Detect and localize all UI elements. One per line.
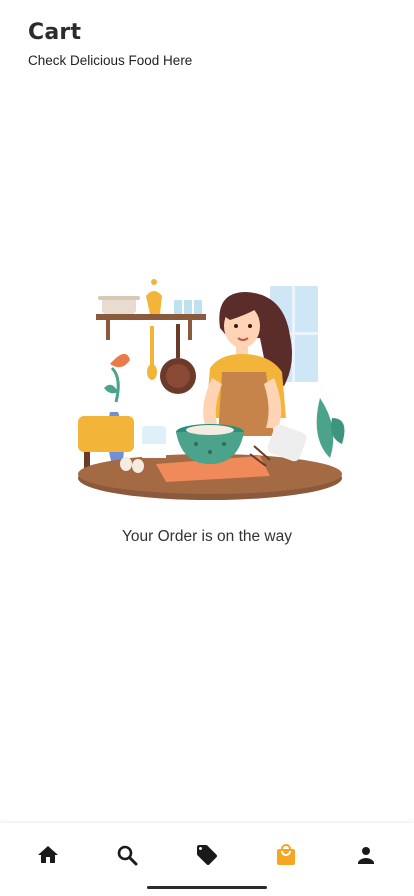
nav-home[interactable]: [28, 841, 68, 869]
nav-cart[interactable]: [266, 841, 306, 869]
home-indicator: [147, 886, 267, 889]
home-icon: [38, 846, 58, 863]
order-status-message: Your Order is on the way: [121, 528, 292, 545]
nav-offers[interactable]: [187, 841, 227, 869]
search-icon: [117, 845, 138, 866]
person-icon: [358, 847, 374, 864]
nav-profile[interactable]: [346, 841, 386, 869]
page-header: Cart Check Delicious Food Here: [28, 20, 192, 68]
page-subtitle: Check Delicious Food Here: [28, 53, 193, 68]
tag-icon: [197, 845, 217, 865]
woman-cooking-illustration: [70, 268, 350, 508]
shopping-bag-icon: [277, 844, 295, 865]
page-title: Cart: [28, 20, 82, 45]
nav-search[interactable]: [107, 841, 147, 869]
